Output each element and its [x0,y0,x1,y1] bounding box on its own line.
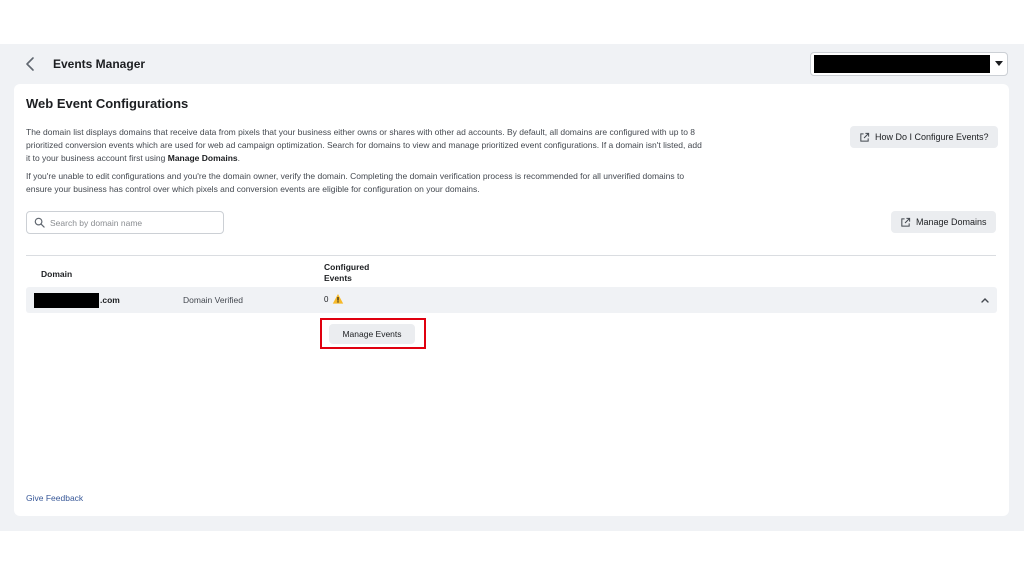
redacted-account-name [814,55,990,73]
how-to-configure-label: How Do I Configure Events? [875,132,989,142]
search-input[interactable] [50,217,210,228]
warning-icon [332,294,344,304]
column-header-configured-events: Configured Events [324,262,370,283]
chevron-up-icon[interactable] [980,296,990,304]
caret-down-icon [995,61,1003,66]
app-frame: Events Manager Web Event Configurations … [0,44,1024,531]
domain-search[interactable] [26,211,224,234]
domain-status: Domain Verified [183,295,244,305]
manage-domains-inline-label: Manage Domains [167,153,238,163]
top-bar: Events Manager [0,44,1024,84]
page-title: Web Event Configurations [26,96,189,111]
manage-events-button[interactable]: Manage Events [329,324,415,344]
configurations-panel: Web Event Configurations The domain list… [14,84,1009,516]
chevron-left-icon [26,57,34,71]
manage-domains-label: Manage Domains [916,217,987,227]
external-link-icon [860,132,870,142]
manage-domains-button[interactable]: Manage Domains [891,211,996,233]
description-paragraph-1: The domain list displays domains that re… [26,126,706,165]
app-title: Events Manager [53,57,146,71]
domain-suffix: .com [100,295,120,305]
description-paragraph-2: If you're unable to edit configurations … [26,171,685,194]
description-end: . [237,153,241,163]
redacted-domain-name [34,293,99,308]
give-feedback-link[interactable]: Give Feedback [26,493,83,503]
back-button[interactable] [22,54,40,74]
column-header-domain: Domain [41,269,73,279]
configured-events-count: 0 [324,295,329,304]
search-icon [34,217,45,228]
description: The domain list displays domains that re… [26,126,706,196]
external-link-icon [901,217,911,227]
table-row[interactable]: .com Domain Verified 0 [26,287,997,313]
table-header: Domain Configured Events [26,255,996,287]
how-to-configure-button[interactable]: How Do I Configure Events? [850,126,998,148]
description-text: The domain list displays domains that re… [26,127,702,163]
account-selector[interactable] [810,52,1008,76]
